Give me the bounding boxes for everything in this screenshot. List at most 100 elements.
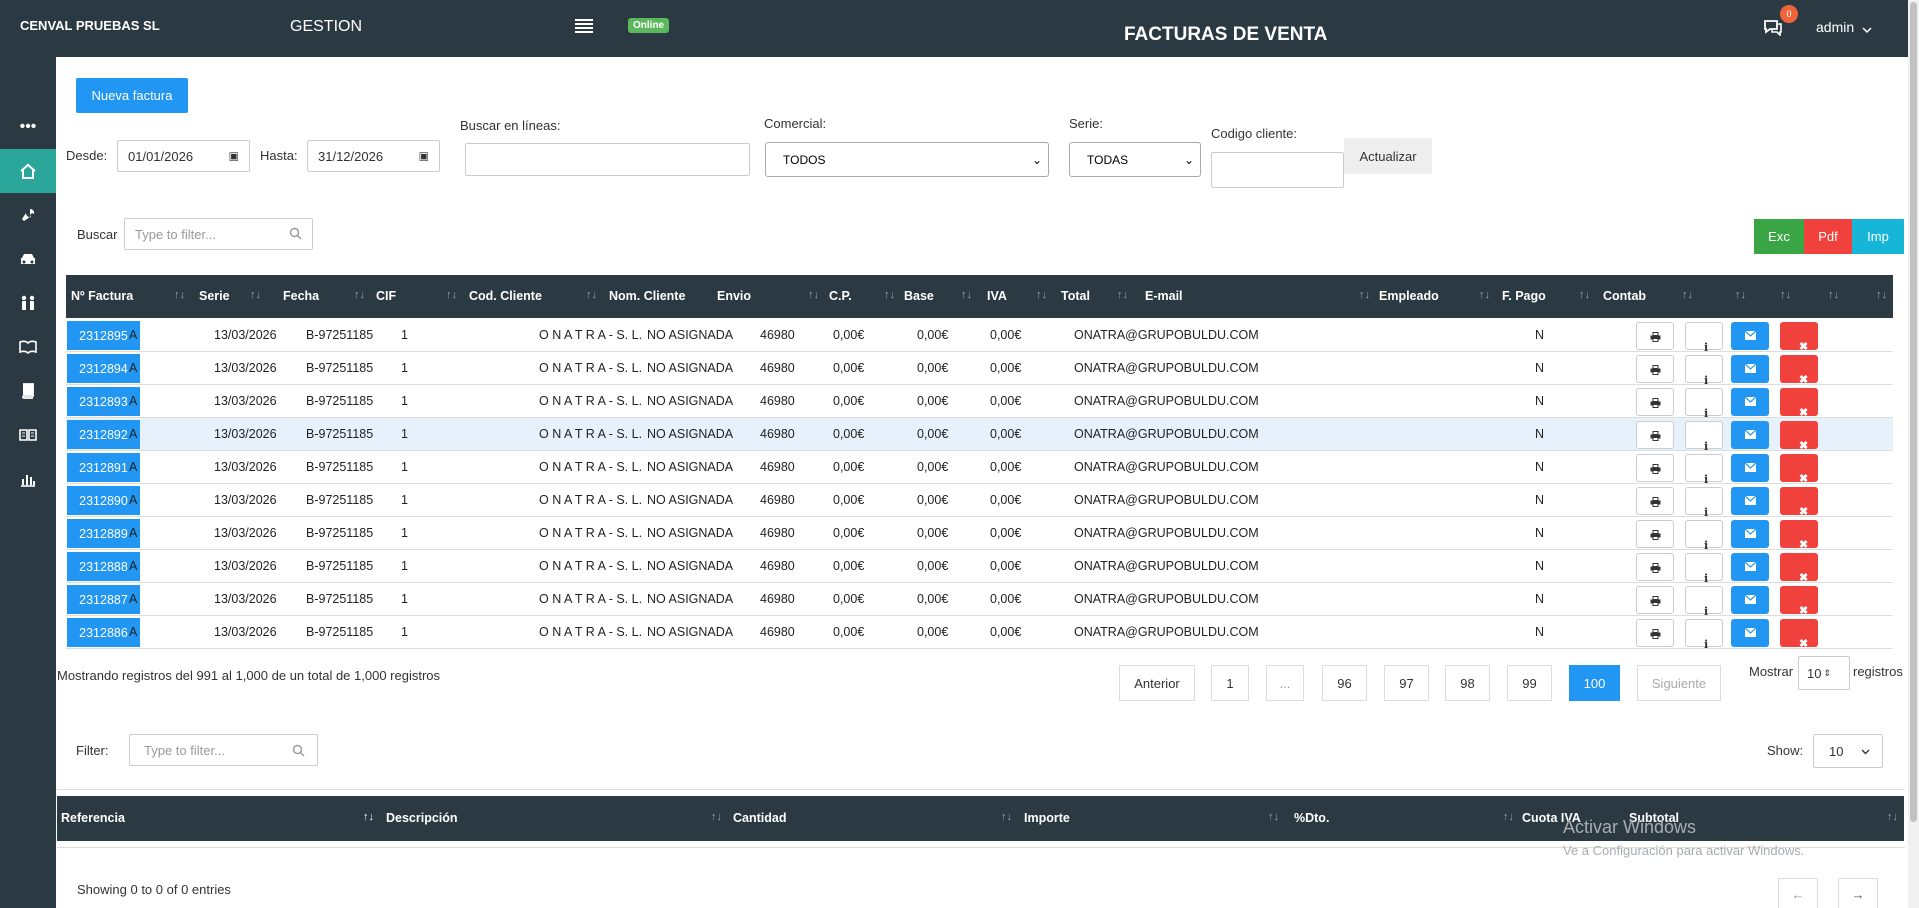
email-invoice-button[interactable]: [1731, 355, 1769, 383]
new-invoice-button[interactable]: Nueva factura: [76, 78, 188, 113]
delete-invoice-button[interactable]: ✖: [1780, 322, 1818, 353]
calendar-icon[interactable]: ▣: [419, 150, 429, 163]
invoice-info-button[interactable]: i: [1685, 355, 1723, 387]
print-invoice-button[interactable]: [1636, 619, 1674, 647]
print-invoice-button[interactable]: [1636, 421, 1674, 449]
email-invoice-button[interactable]: [1731, 586, 1769, 614]
invoice-info-button[interactable]: i: [1685, 520, 1723, 552]
table-row[interactable]: 2312891 A 13/03/2026 B-97251185 1 O N A T R A…: [66, 451, 1893, 486]
print-button[interactable]: Imp: [1852, 219, 1904, 254]
col-referencia[interactable]: Referencia: [61, 811, 125, 825]
sort-icon[interactable]: ↑↓: [1503, 811, 1514, 823]
chevron-down-icon[interactable]: [1862, 21, 1872, 37]
col-descripcion[interactable]: Descripción: [386, 811, 458, 825]
next-page-button[interactable]: Siguiente: [1637, 665, 1721, 701]
invoice-info-button[interactable]: i: [1685, 421, 1723, 453]
table-row[interactable]: 2312888 A 13/03/2026 B-97251185 1 O N A T R A…: [66, 550, 1893, 585]
sort-icon[interactable]: ↑↓: [808, 289, 819, 301]
delete-invoice-button[interactable]: ✖: [1780, 553, 1818, 584]
delete-invoice-button[interactable]: ✖: [1780, 454, 1818, 485]
sort-icon[interactable]: ↑↓: [1359, 289, 1370, 301]
lines-next-button[interactable]: →: [1838, 878, 1878, 908]
print-invoice-button[interactable]: [1636, 487, 1674, 515]
col-iva[interactable]: IVA: [987, 289, 1007, 303]
invoice-info-button[interactable]: i: [1685, 619, 1723, 651]
sort-icon[interactable]: ↑↓: [1479, 289, 1490, 301]
delete-invoice-button[interactable]: ✖: [1780, 355, 1818, 386]
col-importe[interactable]: Importe: [1024, 811, 1070, 825]
sort-icon[interactable]: ↑↓: [1828, 289, 1839, 301]
col-contab[interactable]: Contab: [1603, 289, 1646, 303]
table-row[interactable]: 2312889 A 13/03/2026 B-97251185 1 O N A T R A…: [66, 517, 1893, 552]
col-num-factura[interactable]: Nº Factura: [71, 289, 133, 303]
col-base[interactable]: Base: [904, 289, 934, 303]
invoice-info-button[interactable]: i: [1685, 388, 1723, 420]
table-row[interactable]: 2312886 A 13/03/2026 B-97251185 1 O N A T R A…: [66, 616, 1893, 651]
col-empleado[interactable]: Empleado: [1379, 289, 1439, 303]
col-f-pago[interactable]: F. Pago: [1502, 289, 1546, 303]
lines-prev-button[interactable]: ←: [1778, 878, 1818, 908]
col-cantidad[interactable]: Cantidad: [733, 811, 786, 825]
search-lines-input[interactable]: [465, 143, 750, 176]
delete-invoice-button[interactable]: ✖: [1780, 487, 1818, 518]
email-invoice-button[interactable]: [1731, 553, 1769, 581]
sort-icon[interactable]: ↑↓: [363, 811, 374, 823]
sort-icon[interactable]: ↑↓: [174, 289, 185, 301]
hamburger-menu-icon[interactable]: [575, 19, 593, 33]
page-100-button[interactable]: 100: [1569, 665, 1620, 701]
from-date-input[interactable]: 01/01/2026 ▣: [117, 140, 250, 172]
page-size-select[interactable]: 10 ⇕: [1798, 656, 1850, 690]
car-icon[interactable]: [0, 237, 56, 281]
bar-chart-icon[interactable]: [0, 457, 56, 501]
email-invoice-button[interactable]: [1731, 619, 1769, 647]
table-row[interactable]: 2312892 A 13/03/2026 B-97251185 1 O N A T R A…: [66, 418, 1893, 453]
chat-icon[interactable]: [1763, 18, 1783, 39]
print-invoice-button[interactable]: [1636, 586, 1674, 614]
page-97-button[interactable]: 97: [1384, 665, 1429, 701]
sort-icon[interactable]: ↑↓: [446, 289, 457, 301]
col-envio[interactable]: Envio: [717, 289, 751, 303]
lines-filter-input[interactable]: Type to filter...: [129, 734, 318, 766]
reader-icon[interactable]: [0, 413, 56, 457]
table-row[interactable]: 2312887 A 13/03/2026 B-97251185 1 O N A T R A…: [66, 583, 1893, 618]
table-row[interactable]: 2312893 A 13/03/2026 B-97251185 1 O N A T R A…: [66, 385, 1893, 420]
page-96-button[interactable]: 96: [1322, 665, 1367, 701]
page-99-button[interactable]: 99: [1507, 665, 1552, 701]
home-icon[interactable]: [0, 149, 56, 193]
col-dto[interactable]: %Dto.: [1294, 811, 1329, 825]
sort-icon[interactable]: ↑↓: [1735, 289, 1746, 301]
sort-icon[interactable]: ↑↓: [711, 811, 722, 823]
col-serie[interactable]: Serie: [199, 289, 230, 303]
page-1-button[interactable]: 1: [1211, 665, 1249, 701]
table-row[interactable]: 2312890 A 13/03/2026 B-97251185 1 O N A T R A…: [66, 484, 1893, 519]
col-cif[interactable]: CIF: [376, 289, 396, 303]
email-invoice-button[interactable]: [1731, 388, 1769, 416]
email-invoice-button[interactable]: [1731, 454, 1769, 482]
scrollbar-thumb[interactable]: [1910, 2, 1917, 822]
sort-icon[interactable]: ↑↓: [1780, 289, 1791, 301]
invoice-info-button[interactable]: i: [1685, 586, 1723, 618]
sort-icon[interactable]: ↑↓: [354, 289, 365, 301]
invoice-info-button[interactable]: i: [1685, 487, 1723, 519]
delete-invoice-button[interactable]: ✖: [1780, 586, 1818, 617]
sort-icon[interactable]: ↑↓: [1036, 289, 1047, 301]
user-menu[interactable]: admin: [1816, 19, 1854, 35]
col-fecha[interactable]: Fecha: [283, 289, 319, 303]
page-98-button[interactable]: 98: [1445, 665, 1490, 701]
email-invoice-button[interactable]: [1731, 322, 1769, 350]
prev-page-button[interactable]: Anterior: [1119, 665, 1195, 701]
email-invoice-button[interactable]: [1731, 487, 1769, 515]
table-row[interactable]: 2312895 A 13/03/2026 B-97251185 1 O N A T R A…: [66, 319, 1893, 354]
col-nom-cliente[interactable]: Nom. Cliente: [609, 289, 685, 303]
wrench-icon[interactable]: [0, 193, 56, 237]
print-invoice-button[interactable]: [1636, 322, 1674, 350]
sort-icon[interactable]: ↑↓: [1682, 289, 1693, 301]
email-invoice-button[interactable]: [1731, 520, 1769, 548]
sort-icon[interactable]: ↑↓: [1268, 811, 1279, 823]
commercial-select[interactable]: TODOS ⌄: [765, 142, 1049, 177]
sort-icon[interactable]: ↑↓: [1887, 811, 1898, 823]
sort-icon[interactable]: ↑↓: [1876, 289, 1887, 301]
lines-page-size-select[interactable]: 10: [1813, 734, 1883, 768]
col-email[interactable]: E-mail: [1145, 289, 1183, 303]
delete-invoice-button[interactable]: ✖: [1780, 520, 1818, 551]
